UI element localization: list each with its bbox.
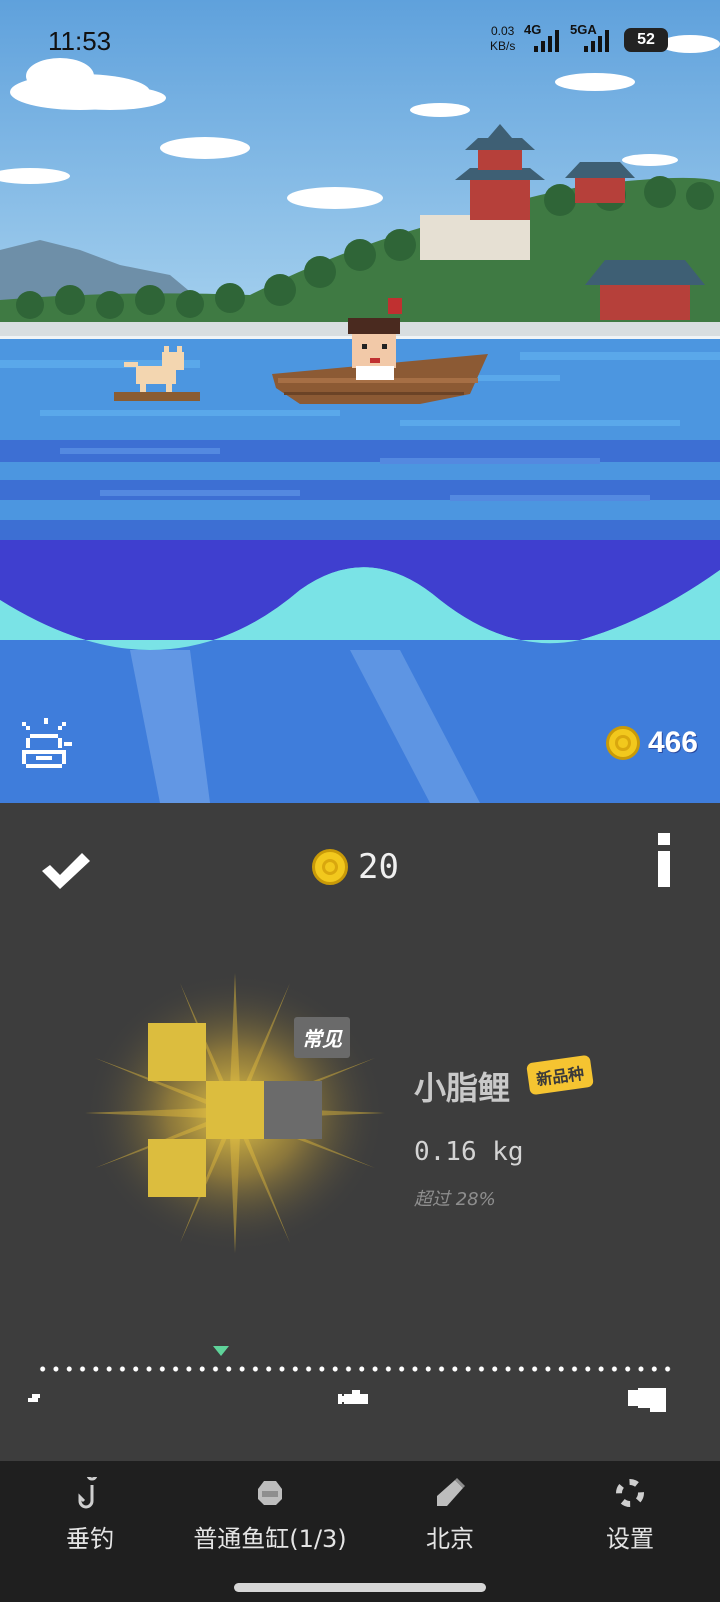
reward-coins: 20 bbox=[312, 847, 399, 887]
coin-icon bbox=[312, 849, 348, 885]
nav-settings[interactable]: 设置 bbox=[580, 1475, 680, 1554]
bottom-nav: 垂钓 普通鱼缸(1/3) 北京 设置 bbox=[0, 1461, 720, 1602]
nav-fishing[interactable]: 垂钓 bbox=[40, 1475, 140, 1554]
fish-tank-icon bbox=[170, 1475, 370, 1511]
nav-settings-label: 设置 bbox=[606, 1525, 654, 1553]
fish-weight: 0.16 kg bbox=[414, 1137, 524, 1167]
nav-location[interactable]: 北京 bbox=[400, 1475, 500, 1554]
game-scene[interactable]: 11:53 0.03 KB/s 4G 5GA 52 466 bbox=[0, 0, 720, 803]
network-speed-unit: KB/s bbox=[490, 39, 516, 53]
size-scale bbox=[28, 1346, 674, 1448]
clock: 11:53 bbox=[48, 26, 112, 56]
settings-lifebuoy-icon bbox=[580, 1475, 680, 1511]
catch-result-panel: 20 常见 小脂鲤 新品种 0.16 kg 超过 28% bbox=[0, 803, 720, 1461]
total-coins: 466 bbox=[605, 726, 698, 760]
rarity-badge: 常见 bbox=[294, 1017, 350, 1058]
medium-fish-icon bbox=[338, 1390, 368, 1404]
network-speed-value: 0.03 bbox=[490, 24, 515, 38]
signal-icon-2 bbox=[584, 30, 609, 52]
large-fish-icon bbox=[628, 1388, 666, 1412]
network-speed: 0.03 KB/s bbox=[490, 24, 515, 54]
size-marker bbox=[213, 1346, 230, 1356]
home-indicator[interactable] bbox=[234, 1583, 486, 1592]
small-fish-icon bbox=[28, 1394, 40, 1402]
nav-fish-tank-label: 普通鱼缸(1/3) bbox=[193, 1525, 347, 1553]
location-bottle-icon bbox=[400, 1475, 500, 1511]
confirm-check-icon[interactable] bbox=[40, 851, 92, 891]
signal-icon bbox=[534, 30, 559, 52]
coin-icon bbox=[605, 726, 640, 760]
weather-icon[interactable] bbox=[18, 716, 74, 772]
reward-coins-value: 20 bbox=[358, 847, 399, 887]
total-coins-value: 466 bbox=[647, 726, 698, 759]
status-bar: 11:53 0.03 KB/s 4G 5GA 52 bbox=[0, 0, 720, 84]
nav-fishing-label: 垂钓 bbox=[66, 1525, 114, 1553]
info-icon[interactable] bbox=[656, 833, 672, 887]
nav-location-label: 北京 bbox=[426, 1525, 474, 1553]
size-scale-fish-icons bbox=[28, 1388, 666, 1412]
size-percentile: 超过 28% bbox=[414, 1189, 496, 1210]
fishing-hook-icon bbox=[40, 1475, 140, 1511]
battery-icon: 52 bbox=[624, 28, 668, 52]
nav-fish-tank[interactable]: 普通鱼缸(1/3) bbox=[170, 1475, 370, 1554]
new-species-badge: 新品种 bbox=[526, 1054, 594, 1096]
size-scale-dots bbox=[36, 1366, 674, 1372]
fish-name: 小脂鲤 bbox=[414, 1069, 511, 1107]
scene-art bbox=[0, 0, 720, 803]
